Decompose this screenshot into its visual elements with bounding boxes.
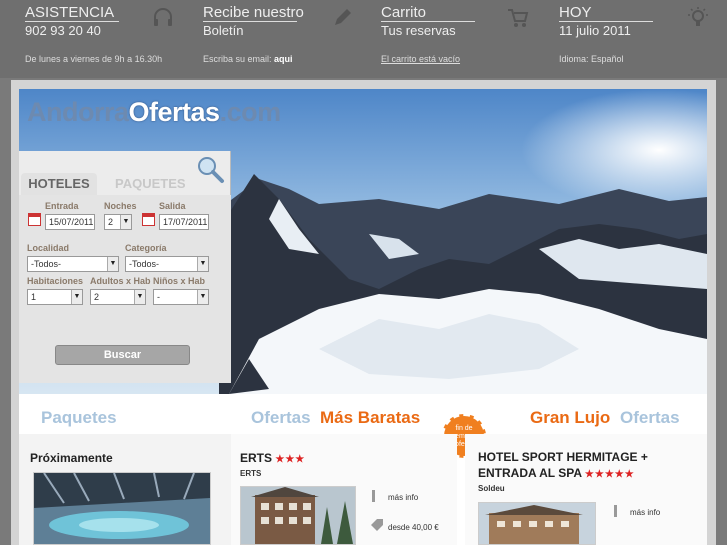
top-info-bar: ASISTENCIA 902 93 20 40 De lunes a viern… bbox=[0, 0, 727, 78]
search-form: Entrada 15/07/2011 Noches 2 ▼ Salida 17/0… bbox=[19, 195, 231, 383]
habitaciones-value: 1 bbox=[31, 292, 37, 302]
ninos-select[interactable]: - ▼ bbox=[153, 289, 209, 305]
erts-stars: ★★★ bbox=[275, 454, 306, 465]
hoy-date: 11 julio 2011 bbox=[559, 21, 653, 39]
search-widget: HOTELES PAQUETES Entrada 15/07/2011 Noch… bbox=[19, 151, 231, 383]
categoria-label: Categoría bbox=[125, 243, 167, 253]
hermitage-title-1[interactable]: HOTEL SPORT HERMITAGE + bbox=[478, 450, 648, 464]
calendar-icon-salida[interactable] bbox=[142, 213, 155, 226]
cart-icon bbox=[508, 9, 529, 27]
adultos-select[interactable]: 2 ▼ bbox=[90, 289, 146, 305]
logo-part-com: .com bbox=[219, 97, 282, 127]
erts-title[interactable]: ERTS ★★★ bbox=[240, 451, 305, 465]
hermitage-title-2-text: ENTRADA AL SPA bbox=[478, 466, 582, 480]
habitaciones-label: Habitaciones bbox=[27, 276, 84, 286]
categoria-value: -Todos- bbox=[129, 259, 160, 269]
heading-mas-baratas[interactable]: Más Baratas bbox=[320, 408, 420, 428]
ninos-value: - bbox=[157, 292, 160, 302]
chevron-down-icon: ▼ bbox=[197, 290, 208, 304]
proximamente-title: Próximamente bbox=[30, 451, 113, 465]
localidad-value: -Todos- bbox=[31, 259, 62, 269]
heading-ofertas-lujo: Ofertas bbox=[620, 408, 680, 427]
categoria-select[interactable]: -Todos- ▼ bbox=[125, 256, 209, 272]
heading-paquetes[interactable]: Paquetes bbox=[41, 408, 117, 428]
hermitage-image[interactable] bbox=[478, 502, 596, 545]
habitaciones-select[interactable]: 1 ▼ bbox=[27, 289, 83, 305]
entrada-input[interactable]: 15/07/2011 bbox=[45, 214, 95, 230]
proximamente-image[interactable] bbox=[33, 472, 211, 545]
magnifier-icon bbox=[198, 157, 224, 183]
ninos-label: Niños x Hab bbox=[153, 276, 206, 286]
carrito-status-link[interactable]: El carrito está vacío bbox=[381, 54, 460, 64]
noches-select[interactable]: 2 ▼ bbox=[104, 214, 132, 230]
site-logo[interactable]: AndorraOfertas.com bbox=[27, 97, 281, 128]
chevron-down-icon: ▼ bbox=[107, 257, 118, 271]
pencil-icon bbox=[335, 9, 351, 25]
noches-label: Noches bbox=[104, 201, 137, 211]
tab-hoteles[interactable]: HOTELES bbox=[21, 173, 97, 195]
adultos-label: Adultos x Hab bbox=[90, 276, 151, 286]
info-icon bbox=[372, 490, 375, 502]
hermitage-title-2[interactable]: ENTRADA AL SPA ★★★★★ bbox=[478, 466, 635, 480]
logo-part-andorra: Andorra bbox=[27, 97, 129, 127]
chevron-down-icon: ▼ bbox=[71, 290, 82, 304]
hotel-hermitage-image bbox=[479, 503, 595, 544]
tab-paquetes[interactable]: PAQUETES bbox=[115, 173, 186, 195]
salida-input[interactable]: 17/07/2011 bbox=[159, 214, 209, 230]
info-icon bbox=[614, 505, 617, 517]
localidad-label: Localidad bbox=[27, 243, 70, 253]
adultos-value: 2 bbox=[94, 292, 100, 302]
price-tag-icon bbox=[371, 519, 383, 531]
buscar-button[interactable]: Buscar bbox=[55, 345, 190, 365]
hermitage-mas-info[interactable]: más info bbox=[630, 508, 660, 517]
hermitage-location: Soldeu bbox=[478, 484, 505, 493]
erts-name: ERTS bbox=[240, 451, 273, 465]
localidad-select[interactable]: -Todos- ▼ bbox=[27, 256, 119, 272]
spa-pool-image bbox=[34, 472, 210, 544]
carrito-sub[interactable]: Tus reservas bbox=[381, 21, 475, 39]
entrada-label: Entrada bbox=[45, 201, 79, 211]
logo-part-ofertas: Ofertas bbox=[128, 97, 221, 127]
hoy-language[interactable]: Idioma: Español bbox=[559, 54, 727, 64]
lightbulb-icon bbox=[688, 7, 708, 26]
content-area: AndorraOfertas.com HOTELES PAQUETES Entr… bbox=[19, 89, 707, 545]
chevron-down-icon: ▼ bbox=[120, 215, 131, 229]
calendar-icon-entrada[interactable] bbox=[28, 213, 41, 226]
proximamente-column: Próximamente bbox=[19, 434, 231, 545]
main-panel: AndorraOfertas.com HOTELES PAQUETES Entr… bbox=[11, 80, 716, 545]
heading-gran-lujo[interactable]: Gran Lujo bbox=[530, 408, 610, 428]
noches-value: 2 bbox=[108, 217, 114, 227]
heading-ofertas: Ofertas bbox=[251, 408, 311, 427]
boletin-link[interactable]: aqui bbox=[274, 54, 293, 64]
chevron-down-icon: ▼ bbox=[197, 257, 208, 271]
erts-price: desde 40,00 € bbox=[388, 523, 439, 532]
boletin-text: Escriba su email: bbox=[203, 54, 272, 64]
asistencia-phone: 902 93 20 40 bbox=[25, 21, 119, 39]
hotel-building-image bbox=[241, 487, 355, 544]
erts-location: ERTS bbox=[240, 469, 262, 478]
asistencia-hours: De lunes a viernes de 9h a 16.30h bbox=[25, 54, 163, 64]
boletin-sub: Boletín bbox=[203, 21, 297, 39]
headset-icon bbox=[154, 8, 172, 26]
hermitage-stars: ★★★★★ bbox=[584, 469, 635, 480]
erts-image[interactable] bbox=[240, 486, 356, 545]
boletin-email-text: Escriba su email: aqui bbox=[203, 54, 373, 64]
gran-lujo-column: HOTEL SPORT HERMITAGE + ENTRADA AL SPA ★… bbox=[465, 434, 707, 545]
salida-label: Salida bbox=[159, 201, 186, 211]
erts-column: ERTS ★★★ ERTS más info desde 40,00 € bbox=[231, 434, 457, 545]
chevron-down-icon: ▼ bbox=[134, 290, 145, 304]
erts-mas-info[interactable]: más info bbox=[388, 493, 418, 502]
